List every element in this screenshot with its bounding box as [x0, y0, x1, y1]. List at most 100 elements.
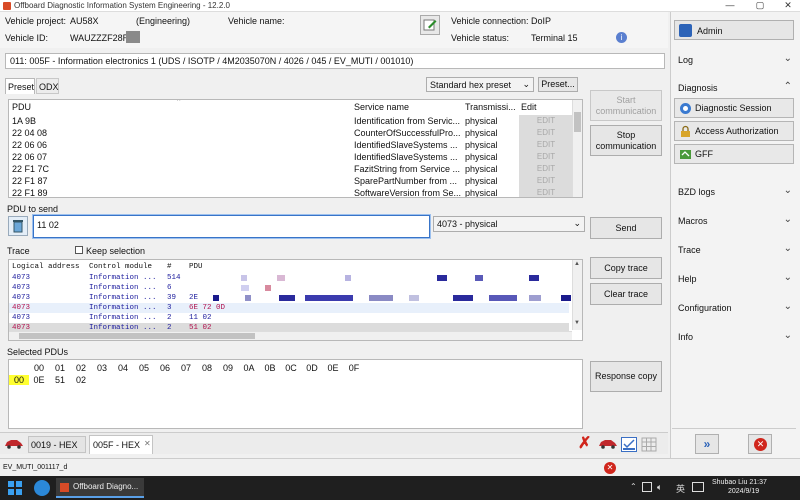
trace-scrollbar-vertical[interactable]: ▲ ▼ [572, 260, 582, 330]
edit-button[interactable]: EDIT [519, 187, 573, 197]
trace-addr: 4073 [12, 274, 31, 282]
clear-pdu-button[interactable] [8, 216, 28, 236]
table-row[interactable]: 4073 Information ... 6 [9, 283, 569, 293]
taskbar-user-time[interactable]: Shubao Liu 21:37 [712, 479, 767, 486]
tab-preset[interactable]: Preset [5, 78, 35, 94]
pdu-cell: 22 F1 7C [12, 164, 50, 174]
vehicle-icon[interactable] [598, 438, 618, 449]
table-row[interactable]: 4073 Information ... 3 6E 72 0D [9, 303, 569, 313]
volume-icon[interactable]: 🔈︎ [657, 482, 662, 493]
edit-button[interactable]: EDIT [519, 151, 573, 163]
taskbar-date[interactable]: 2024/9/19 [728, 488, 759, 495]
windows-start-icon[interactable] [8, 481, 22, 495]
start-communication-button[interactable]: Start communication [590, 90, 662, 121]
hex-col: 06 [159, 363, 170, 373]
hex-byte[interactable]: 51 [50, 375, 70, 385]
hex-col: 09 [222, 363, 233, 373]
preset-select[interactable]: Standard hex preset ⌄ [426, 77, 534, 92]
scroll-thumb[interactable] [19, 333, 255, 339]
edit-button[interactable]: EDIT [519, 163, 573, 175]
diagnostic-session-button[interactable]: Diagnostic Session [674, 98, 794, 118]
scroll-down-icon[interactable]: ▼ [574, 320, 580, 326]
tab-0019-hex[interactable]: 0019 - HEX [28, 436, 86, 453]
table-row[interactable]: 4073 Information ... 514 [9, 273, 569, 283]
gff-label: GFF [695, 149, 713, 159]
edge-icon[interactable] [34, 480, 50, 496]
maximize-button[interactable]: ▢ [750, 0, 770, 11]
input-language[interactable]: 英 [676, 482, 685, 495]
table-row[interactable]: 22 06 07 IdentifiedSlaveSystems ... phys… [9, 151, 573, 163]
access-authorization-button[interactable]: Access Authorization [674, 121, 794, 141]
scroll-up-icon[interactable]: ▲ [574, 261, 580, 267]
grid-icon[interactable] [641, 437, 657, 452]
sidebar-item-macros[interactable]: Macros ⌄ [672, 213, 796, 229]
sidebar-item-trace[interactable]: Trace ⌄ [672, 242, 796, 258]
sidebar-item-info[interactable]: Info ⌄ [672, 329, 796, 345]
edit-button[interactable]: EDIT [519, 139, 573, 151]
error-icon[interactable]: ✕ [604, 462, 616, 474]
hex-col: 08 [201, 363, 212, 373]
table-row[interactable]: 22 F1 87 SparePartNumber from ... physic… [9, 175, 573, 187]
sidebar-item-bzd-logs[interactable]: BZD logs ⌄ [672, 184, 796, 200]
clear-trace-button[interactable]: Clear trace [590, 283, 662, 305]
forward-icon[interactable]: » [695, 434, 719, 454]
table-row[interactable]: 4073 Information ... 2 11 02 [9, 313, 569, 323]
close-window-button[interactable]: ✕ [778, 0, 798, 11]
checklist-icon[interactable] [621, 437, 637, 452]
copy-trace-button[interactable]: Copy trace [590, 257, 662, 279]
sidebar-item-configuration[interactable]: Configuration ⌄ [672, 300, 796, 316]
minimize-button[interactable]: — [720, 0, 740, 10]
edit-vehicle-button[interactable] [420, 15, 440, 35]
network-icon[interactable] [642, 482, 652, 492]
table-row[interactable]: 1A 9B Identification from Servic... phys… [9, 115, 573, 127]
trace-index: 514 [167, 274, 181, 282]
trace-header: Logical address Control module # PDU [9, 262, 569, 272]
service-cell: CounterOfSuccessfulPro... [354, 128, 461, 138]
hex-col: 0D [306, 363, 318, 373]
hex-byte[interactable]: 02 [71, 375, 91, 385]
tab-005f-hex[interactable]: 005F - HEX ✕ [89, 435, 153, 454]
table-row[interactable]: 22 F1 7C FazitString from Service ... ph… [9, 163, 573, 175]
table-row[interactable]: 22 04 08 CounterOfSuccessfulPro... physi… [9, 127, 573, 139]
pdu-table-scrollbar[interactable] [572, 100, 582, 197]
transmission-cell: physical [465, 116, 498, 126]
edit-button[interactable]: EDIT [519, 127, 573, 139]
target-select[interactable]: 4073 - physical ⌄ [433, 216, 585, 232]
transmission-cell: physical [465, 188, 498, 198]
edit-button[interactable]: EDIT [519, 115, 573, 127]
trace-scrollbar-horizontal[interactable] [9, 331, 572, 340]
pdu-input[interactable]: 11 02 [33, 215, 430, 238]
tab-odx[interactable]: ODX [36, 78, 59, 94]
hex-col: 02 [75, 363, 86, 373]
stop-communication-button[interactable]: Stop communication [590, 125, 662, 156]
taskbar-app-label: Offboard Diagno... [73, 482, 139, 491]
admin-button[interactable]: Admin [674, 20, 794, 40]
sidebar-item-diagnosis[interactable]: Diagnosis ⌃ [672, 80, 796, 96]
table-row[interactable]: 22 06 06 IdentifiedSlaveSystems ... phys… [9, 139, 573, 151]
sidebar-item-log[interactable]: Log ⌄ [672, 52, 796, 68]
scroll-thumb[interactable] [574, 112, 581, 132]
hex-col: 03 [96, 363, 107, 373]
gff-button[interactable]: GFF [674, 144, 794, 164]
sidebar-item-help[interactable]: Help ⌄ [672, 271, 796, 287]
tray-chevron-up-icon[interactable]: ⌃ [630, 482, 637, 491]
ime-icon[interactable] [692, 482, 704, 492]
hex-data-row[interactable]: 00 0E 51 02 [9, 375, 579, 387]
delete-icon[interactable]: ✗ [578, 436, 594, 452]
vehicle-status-value: Terminal 15 [531, 33, 578, 43]
preset-button[interactable]: Preset... [538, 77, 578, 92]
table-row[interactable]: 22 F1 89 SoftwareVersion from Se... phys… [9, 187, 573, 198]
info-icon[interactable]: i [616, 32, 627, 43]
keep-selection-checkbox[interactable] [75, 246, 83, 254]
edit-button[interactable]: EDIT [519, 175, 573, 187]
close-tab-icon[interactable]: ✕ [144, 439, 151, 448]
hex-byte[interactable]: 0E [29, 375, 49, 385]
exit-button[interactable]: ✕ [748, 434, 772, 454]
preset-select-value: Standard hex preset [430, 80, 512, 90]
send-button[interactable]: Send [590, 217, 662, 239]
trace-index: 2 [167, 314, 172, 322]
taskbar-app-odis[interactable]: Offboard Diagno... [56, 478, 144, 498]
response-copy-button[interactable]: Response copy [590, 361, 662, 392]
ecu-path-bar: 011: 005F - Information electronics 1 (U… [5, 53, 665, 69]
vehicle-connection-label: Vehicle connection: [451, 16, 529, 26]
